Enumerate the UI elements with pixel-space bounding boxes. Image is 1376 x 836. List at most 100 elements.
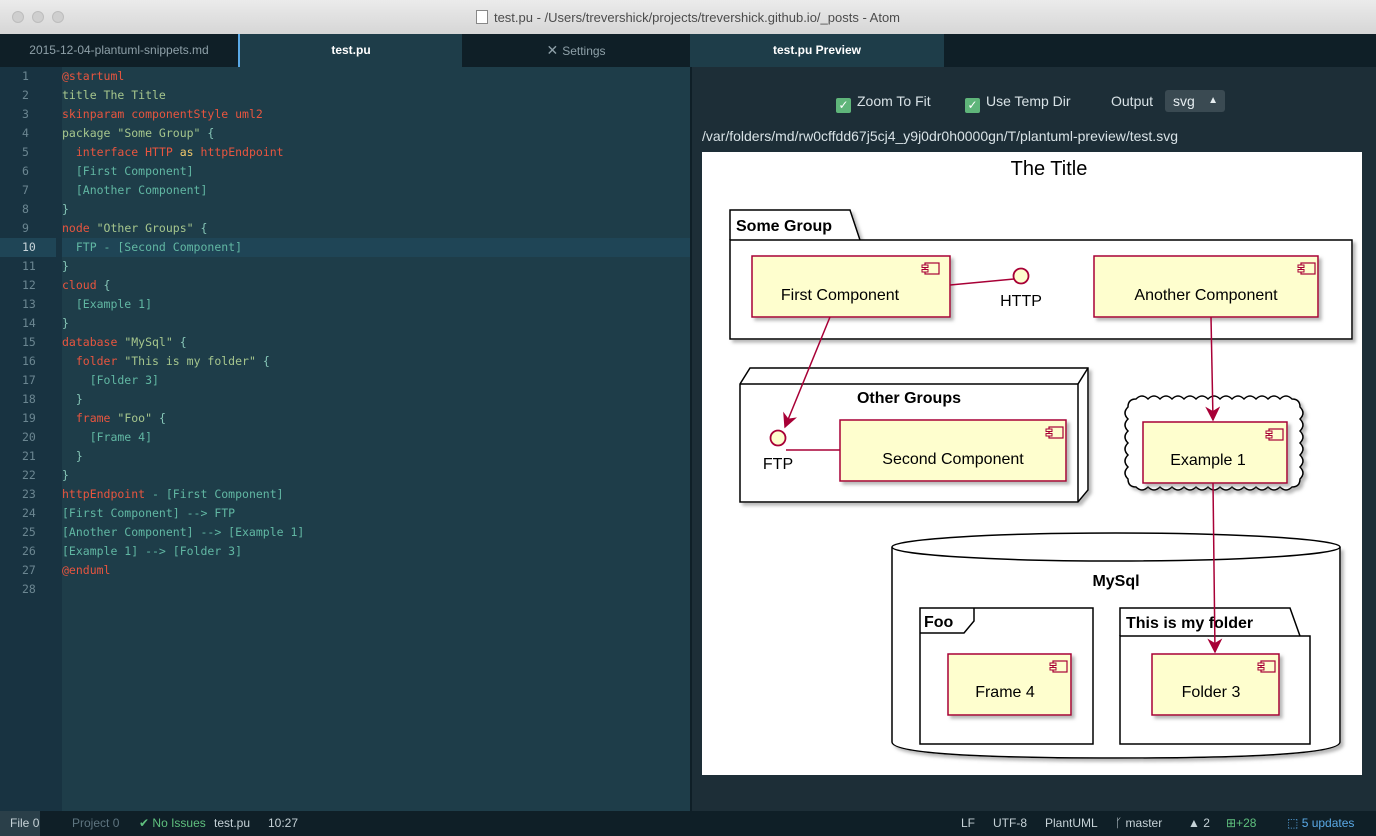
package-label: Some Group [736,218,832,235]
code-line[interactable]: skinparam componentStyle uml2 [62,105,690,124]
code-token: - [First Component] [145,487,284,501]
line-number: 19 [22,411,36,425]
component-label: Another Component [1134,287,1278,304]
code-token: "MySql" [124,335,173,349]
line-number: 27 [22,563,36,577]
database-label: MySql [1092,573,1139,590]
status-filename[interactable]: test.pu [214,811,250,836]
line-number: 2 [22,88,29,102]
code-token: } [62,316,69,330]
code-line[interactable]: @enduml [62,561,690,580]
line-number: 6 [22,164,29,178]
zoom-to-fit-checkbox[interactable]: ✓ Zoom To Fit [836,91,931,113]
project-issues-tab[interactable]: Project 0 [72,811,119,836]
code-line[interactable]: title The Title [62,86,690,105]
checkmark-icon: ✔ [139,816,150,830]
code-line[interactable]: } [62,257,690,276]
code-token: [First Component] --> FTP [62,506,236,520]
interface-label: HTTP [1000,293,1042,310]
code-line[interactable]: package "Some Group" { [62,124,690,143]
code-line[interactable]: @startuml [62,67,690,86]
tab-settings[interactable]: ✕ Settings [462,34,690,67]
code-line[interactable]: [Another Component] [62,181,690,200]
output-format-select[interactable]: svg ▲ [1165,90,1225,112]
code-token: folder [75,354,125,368]
code-editor[interactable]: 1 2 3 4 5 6 7 8 9 10 11 12 13 14 15 16 17 18 19 20 21 22 23 24 2… [0,67,690,811]
line-number: 3 [22,107,29,121]
code-line[interactable]: node "Other Groups" { [62,219,690,238]
grammar-selector[interactable]: PlantUML [1045,811,1098,836]
line-number: 13 [22,297,36,311]
code-token: { [200,126,215,140]
component-label: Example 1 [1170,452,1246,469]
diagram-title: The Title [1011,158,1088,180]
code-token: title [62,88,104,102]
code-token: httpEndpoint [62,487,146,501]
code-line[interactable]: database "MySql" { [62,333,690,352]
code-line[interactable]: [Example 1] --> [Folder 3] [62,542,690,561]
tab-plantuml-snippets[interactable]: 2015-12-04-plantuml-snippets.md [0,34,238,67]
line-number: 22 [22,468,36,482]
linter-status[interactable]: ✔ No Issues [139,811,206,836]
git-added-lines[interactable]: ⊞+28 [1226,811,1256,836]
component-label: Frame 4 [975,684,1035,701]
component-second-component: Second Component [839,419,1067,482]
line-number: 1 [22,69,29,83]
code-token: [Example 1] [62,297,153,311]
frame-label: Foo [924,614,954,631]
code-line[interactable]: } [62,200,690,219]
code-line[interactable]: [Another Component] --> [Example 1] [62,523,690,542]
component-another-component: Another Component [1093,255,1319,318]
code-line[interactable]: [Example 1] [62,295,690,314]
tab-label: test.pu [331,43,371,57]
code-token: } [62,468,69,482]
code-line[interactable]: [First Component] --> FTP [62,504,690,523]
code-line[interactable]: [Folder 3] [62,371,690,390]
line-number: 5 [22,145,29,159]
line-number: 21 [22,449,36,463]
code-line[interactable]: folder "This is my folder" { [62,352,690,371]
component-frame-4: Frame 4 [947,653,1072,716]
line-number-gutter: 1 2 3 4 5 6 7 8 9 10 11 12 13 14 15 16 17 18 19 20 21 22 23 24 2… [0,67,62,811]
code-line[interactable]: interface HTTP as httpEndpoint [62,143,690,162]
code-line[interactable]: FTP - [Second Component] [62,238,690,257]
file-encoding[interactable]: UTF-8 [993,811,1027,836]
component-label: First Component [781,287,900,304]
code-token: The Title [103,88,166,102]
code-token: } [62,202,69,216]
zoom-to-fit-label: Zoom To Fit [857,93,931,109]
code-line[interactable]: [Frame 4] [62,428,690,447]
code-line[interactable]: } [62,447,690,466]
code-token: [Folder 3] [62,373,159,387]
tab-preview[interactable]: test.pu Preview [690,34,944,67]
component-label: Folder 3 [1182,684,1241,701]
tab-test-pu[interactable]: test.pu [240,34,462,67]
code-token: componentStyle uml2 [131,107,263,121]
file-issues-tab[interactable]: File 0 [0,811,40,836]
line-ending[interactable]: LF [961,811,975,836]
code-line[interactable]: cloud { [62,276,690,295]
code-line[interactable]: [First Component] [62,162,690,181]
svg-output-path: /var/folders/md/rw0cffdd67j5cj4_y9j0dr0h… [702,128,1178,144]
code-line[interactable]: httpEndpoint - [First Component] [62,485,690,504]
line-number: 14 [22,316,36,330]
code-token: "Foo" [117,411,153,425]
code-line[interactable] [62,580,690,599]
line-number: 4 [22,126,29,140]
code-line[interactable]: } [62,466,690,485]
status-bar: File 0 Project 0 ✔ No Issues test.pu 10:… [0,811,1376,836]
code-line[interactable]: frame "Foo" { [62,409,690,428]
git-branch[interactable]: ᚴ master [1115,811,1162,836]
code-token: } [62,449,83,463]
file-label: File [10,816,30,830]
tab-label: 2015-12-04-plantuml-snippets.md [29,43,209,57]
line-number: 11 [22,259,36,273]
package-updates[interactable]: ⬚ 5 updates [1287,811,1354,836]
git-ahead-count[interactable]: ▲ 2 [1188,811,1210,836]
use-temp-dir-checkbox[interactable]: ✓ Use Temp Dir [965,91,1071,113]
code-line[interactable]: } [62,314,690,333]
code-token: @startuml [62,69,125,83]
cursor-position[interactable]: 10:27 [268,811,298,836]
code-line[interactable]: } [62,390,690,409]
